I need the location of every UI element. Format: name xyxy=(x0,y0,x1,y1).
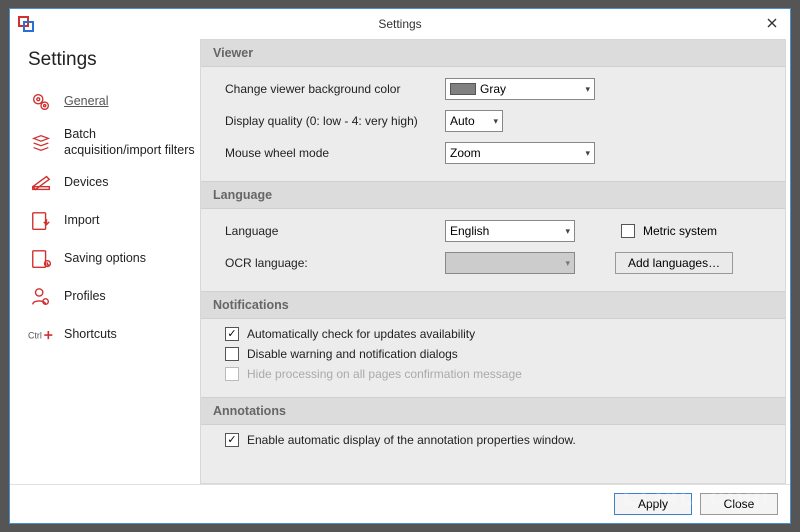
close-icon[interactable] xyxy=(762,13,782,33)
chevron-down-icon: ▾ xyxy=(565,258,570,269)
window-title: Settings xyxy=(378,17,421,31)
sidebar-item-shortcuts[interactable]: Ctrl Shortcuts xyxy=(24,316,200,354)
section-language-heading: Language xyxy=(201,181,785,209)
hide-processing-checkbox xyxy=(225,367,239,381)
dialog-footer: Apply Close xyxy=(10,484,790,523)
sidebar-item-label: General xyxy=(64,94,108,110)
bg-color-label: Change viewer background color xyxy=(225,82,445,96)
chevron-down-icon: ▾ xyxy=(585,84,590,95)
chevron-down-icon: ▾ xyxy=(585,148,590,159)
color-swatch-icon xyxy=(450,83,476,95)
section-notifications-heading: Notifications xyxy=(201,291,785,319)
language-select[interactable]: English ▾ xyxy=(445,220,575,242)
ctrl-icon: Ctrl xyxy=(28,323,54,347)
metric-checkbox[interactable] xyxy=(621,224,635,238)
app-icon xyxy=(18,16,34,32)
metric-label: Metric system xyxy=(643,224,717,238)
sidebar-item-saving[interactable]: Saving options xyxy=(24,240,200,278)
close-button[interactable]: Close xyxy=(700,493,778,515)
sidebar-heading: Settings xyxy=(24,49,200,71)
sidebar-item-general[interactable]: General xyxy=(24,83,200,121)
sidebar-item-devices[interactable]: Devices xyxy=(24,164,200,202)
wheel-value: Zoom xyxy=(450,146,481,160)
wheel-label: Mouse wheel mode xyxy=(225,146,445,160)
language-value: English xyxy=(450,224,489,238)
bg-color-value: Gray xyxy=(480,82,506,96)
enable-annotations-checkbox[interactable] xyxy=(225,433,239,447)
save-icon xyxy=(28,247,54,271)
stack-icon xyxy=(28,131,54,155)
sidebar-item-label: Batch acquisition/import filters xyxy=(64,127,196,158)
disable-warning-checkbox[interactable] xyxy=(225,347,239,361)
sidebar-item-import[interactable]: Import xyxy=(24,202,200,240)
svg-text:Ctrl: Ctrl xyxy=(28,331,42,341)
bg-color-select[interactable]: Gray ▾ xyxy=(445,78,595,100)
auto-update-label: Automatically check for updates availabi… xyxy=(247,327,475,341)
sidebar-item-label: Import xyxy=(64,213,99,229)
enable-annotations-label: Enable automatic display of the annotati… xyxy=(247,433,576,447)
ocr-language-select: ▾ xyxy=(445,252,575,274)
settings-window: Settings Settings General Batch acquisit… xyxy=(9,8,791,524)
section-viewer-heading: Viewer xyxy=(201,40,785,67)
wheel-select[interactable]: Zoom ▾ xyxy=(445,142,595,164)
section-annotations-heading: Annotations xyxy=(201,397,785,425)
ocr-label: OCR language: xyxy=(225,256,445,270)
sidebar: Settings General Batch acquisition/impor… xyxy=(10,39,200,484)
quality-select[interactable]: Auto ▾ xyxy=(445,110,503,132)
auto-update-checkbox[interactable] xyxy=(225,327,239,341)
sidebar-item-label: Saving options xyxy=(64,251,146,267)
title-bar: Settings xyxy=(10,9,790,39)
gear-icon xyxy=(28,90,54,114)
sidebar-item-label: Devices xyxy=(64,175,108,191)
profile-icon xyxy=(28,285,54,309)
disable-warning-label: Disable warning and notification dialogs xyxy=(247,347,458,361)
apply-button[interactable]: Apply xyxy=(614,493,692,515)
sidebar-item-profiles[interactable]: Profiles xyxy=(24,278,200,316)
chevron-down-icon: ▾ xyxy=(493,116,498,127)
quality-label: Display quality (0: low - 4: very high) xyxy=(225,114,445,128)
scanner-icon xyxy=(28,171,54,195)
chevron-down-icon: ▾ xyxy=(565,226,570,237)
quality-value: Auto xyxy=(450,114,475,128)
language-label: Language xyxy=(225,224,445,238)
add-languages-button[interactable]: Add languages… xyxy=(615,252,733,274)
sidebar-item-label: Shortcuts xyxy=(64,327,117,343)
sidebar-item-label: Profiles xyxy=(64,289,106,305)
hide-processing-label: Hide processing on all pages confirmatio… xyxy=(247,367,522,381)
sidebar-item-batch[interactable]: Batch acquisition/import filters xyxy=(24,121,200,164)
import-icon xyxy=(28,209,54,233)
main-panel: Viewer Change viewer background color Gr… xyxy=(200,39,790,484)
